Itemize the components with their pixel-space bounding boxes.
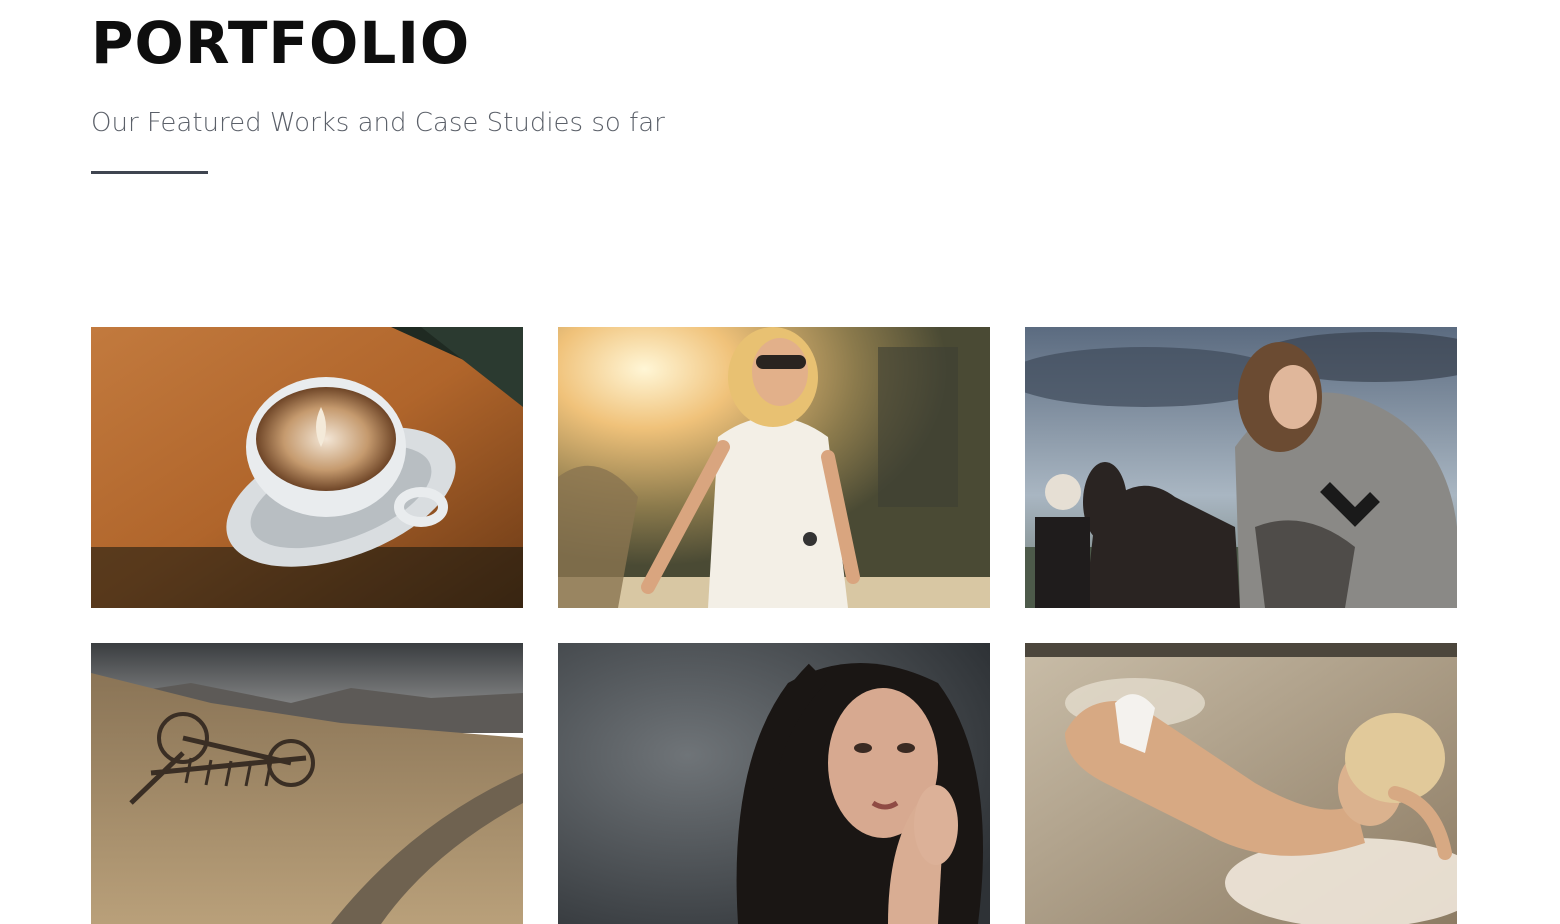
portfolio-item-fur-coat[interactable]	[1025, 327, 1457, 608]
portfolio-grid	[91, 327, 1457, 924]
portfolio-item-coffee[interactable]	[91, 327, 523, 608]
woman-sunlight-image	[558, 327, 990, 608]
woman-dark-hair-image	[558, 643, 990, 924]
section-title: PORTFOLIO	[91, 9, 471, 77]
woman-fur-horse-image	[1025, 327, 1457, 608]
portfolio-item-dark-portrait[interactable]	[558, 643, 990, 924]
section-subtitle: Our Featured Works and Case Studies so f…	[91, 108, 665, 138]
woman-on-fur-image	[1025, 643, 1457, 924]
portfolio-item-field[interactable]	[91, 643, 523, 924]
portfolio-item-fur-rug[interactable]	[1025, 643, 1457, 924]
hay-rake-field-image	[91, 643, 523, 924]
title-divider	[91, 171, 208, 174]
coffee-cup-image	[91, 327, 523, 608]
portfolio-item-sunlight-portrait[interactable]	[558, 327, 990, 608]
